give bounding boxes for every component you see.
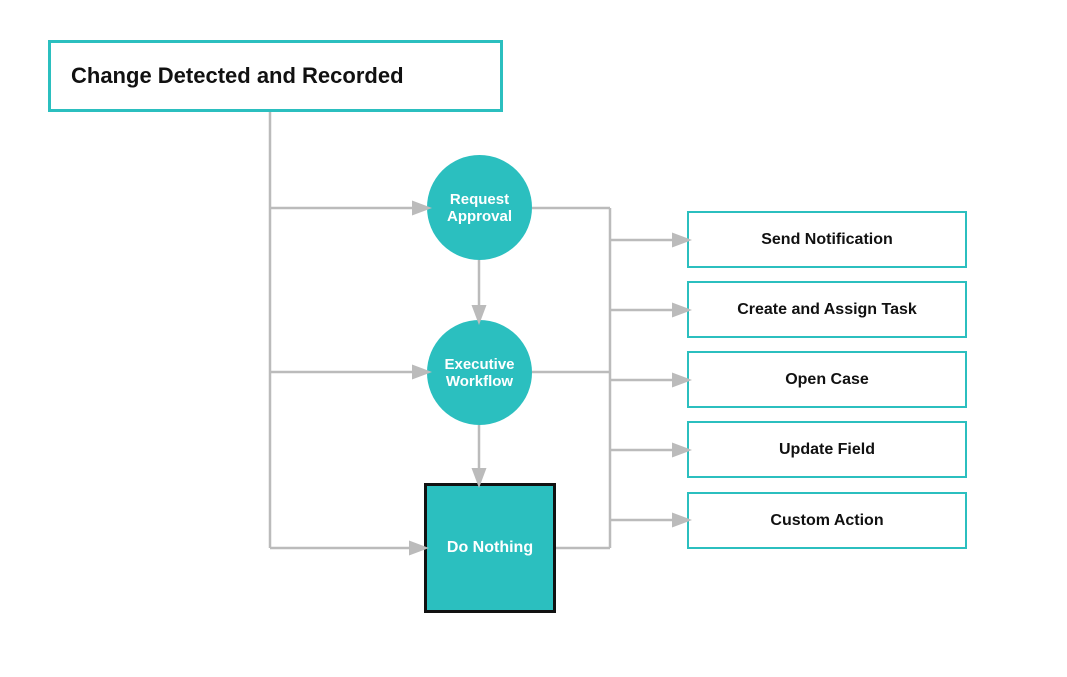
do-nothing-node: Do Nothing <box>424 483 556 613</box>
diagram-container: Change Detected and Recorded Request App… <box>0 0 1067 677</box>
create-assign-task-box: Create and Assign Task <box>687 281 967 338</box>
executive-workflow-node: Executive Workflow <box>427 320 532 425</box>
request-approval-label: Request Approval <box>447 191 512 225</box>
create-assign-task-label: Create and Assign Task <box>737 301 917 319</box>
start-box: Change Detected and Recorded <box>48 40 503 112</box>
custom-action-box: Custom Action <box>687 492 967 549</box>
start-box-label: Change Detected and Recorded <box>71 63 404 89</box>
update-field-box: Update Field <box>687 421 967 478</box>
open-case-label: Open Case <box>785 371 869 389</box>
send-notification-box: Send Notification <box>687 211 967 268</box>
request-approval-node: Request Approval <box>427 155 532 260</box>
executive-workflow-label: Executive Workflow <box>444 356 514 390</box>
open-case-box: Open Case <box>687 351 967 408</box>
update-field-label: Update Field <box>779 441 875 459</box>
custom-action-label: Custom Action <box>770 512 883 530</box>
send-notification-label: Send Notification <box>761 231 893 249</box>
do-nothing-label: Do Nothing <box>447 539 533 557</box>
